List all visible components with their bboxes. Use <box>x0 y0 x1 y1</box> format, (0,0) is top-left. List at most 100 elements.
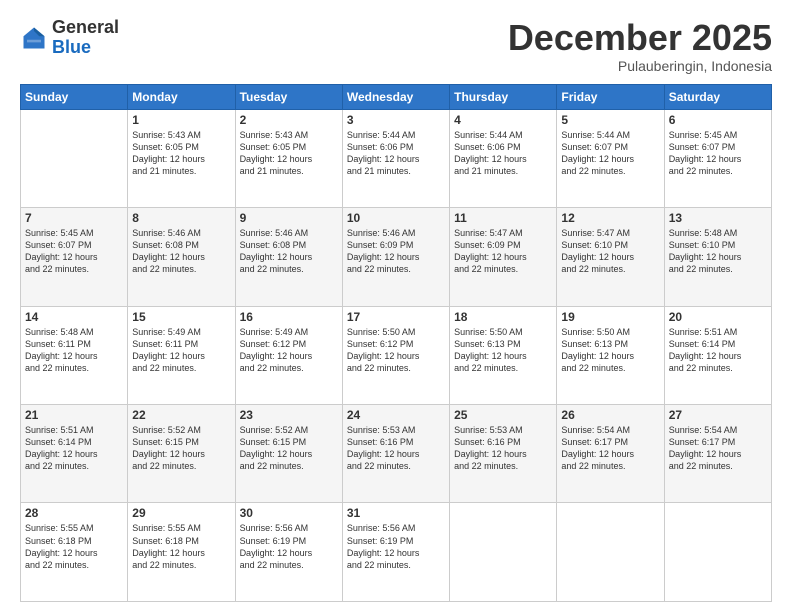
table-cell <box>664 503 771 602</box>
day-number: 20 <box>669 310 767 324</box>
day-number: 19 <box>561 310 659 324</box>
table-cell: 14 Sunrise: 5:48 AM Sunset: 6:11 PM Dayli… <box>21 306 128 404</box>
day-info: Sunrise: 5:46 AM Sunset: 6:08 PM Dayligh… <box>240 227 338 276</box>
day-number: 3 <box>347 113 445 127</box>
day-number: 29 <box>132 506 230 520</box>
col-tuesday: Tuesday <box>235 84 342 109</box>
table-cell: 31 Sunrise: 5:56 AM Sunset: 6:19 PM Dayli… <box>342 503 449 602</box>
table-cell: 4 Sunrise: 5:44 AM Sunset: 6:06 PM Daylig… <box>450 109 557 207</box>
day-info: Sunrise: 5:50 AM Sunset: 6:12 PM Dayligh… <box>347 326 445 375</box>
calendar-week-row: 21 Sunrise: 5:51 AM Sunset: 6:14 PM Dayli… <box>21 405 772 503</box>
day-info: Sunrise: 5:44 AM Sunset: 6:06 PM Dayligh… <box>347 129 445 178</box>
day-number: 12 <box>561 211 659 225</box>
logo-text: General Blue <box>52 18 119 58</box>
day-number: 13 <box>669 211 767 225</box>
table-cell: 16 Sunrise: 5:49 AM Sunset: 6:12 PM Dayli… <box>235 306 342 404</box>
day-number: 25 <box>454 408 552 422</box>
logo-general: General <box>52 17 119 37</box>
day-number: 15 <box>132 310 230 324</box>
day-info: Sunrise: 5:52 AM Sunset: 6:15 PM Dayligh… <box>132 424 230 473</box>
location: Pulauberingin, Indonesia <box>508 58 772 74</box>
table-cell <box>450 503 557 602</box>
table-cell: 18 Sunrise: 5:50 AM Sunset: 6:13 PM Dayli… <box>450 306 557 404</box>
day-info: Sunrise: 5:43 AM Sunset: 6:05 PM Dayligh… <box>240 129 338 178</box>
day-info: Sunrise: 5:53 AM Sunset: 6:16 PM Dayligh… <box>347 424 445 473</box>
table-cell: 13 Sunrise: 5:48 AM Sunset: 6:10 PM Dayli… <box>664 208 771 306</box>
col-saturday: Saturday <box>664 84 771 109</box>
calendar-week-row: 14 Sunrise: 5:48 AM Sunset: 6:11 PM Dayli… <box>21 306 772 404</box>
col-monday: Monday <box>128 84 235 109</box>
day-info: Sunrise: 5:54 AM Sunset: 6:17 PM Dayligh… <box>669 424 767 473</box>
col-sunday: Sunday <box>21 84 128 109</box>
day-info: Sunrise: 5:51 AM Sunset: 6:14 PM Dayligh… <box>669 326 767 375</box>
page: General Blue December 2025 Pulauberingin… <box>0 0 792 612</box>
day-info: Sunrise: 5:50 AM Sunset: 6:13 PM Dayligh… <box>561 326 659 375</box>
day-info: Sunrise: 5:56 AM Sunset: 6:19 PM Dayligh… <box>240 522 338 571</box>
day-info: Sunrise: 5:50 AM Sunset: 6:13 PM Dayligh… <box>454 326 552 375</box>
day-info: Sunrise: 5:43 AM Sunset: 6:05 PM Dayligh… <box>132 129 230 178</box>
day-info: Sunrise: 5:47 AM Sunset: 6:10 PM Dayligh… <box>561 227 659 276</box>
day-info: Sunrise: 5:47 AM Sunset: 6:09 PM Dayligh… <box>454 227 552 276</box>
day-number: 10 <box>347 211 445 225</box>
col-thursday: Thursday <box>450 84 557 109</box>
table-cell <box>21 109 128 207</box>
day-number: 4 <box>454 113 552 127</box>
logo: General Blue <box>20 18 119 58</box>
day-info: Sunrise: 5:48 AM Sunset: 6:10 PM Dayligh… <box>669 227 767 276</box>
day-number: 30 <box>240 506 338 520</box>
table-cell <box>557 503 664 602</box>
calendar-header-row: Sunday Monday Tuesday Wednesday Thursday… <box>21 84 772 109</box>
day-number: 6 <box>669 113 767 127</box>
table-cell: 5 Sunrise: 5:44 AM Sunset: 6:07 PM Daylig… <box>557 109 664 207</box>
day-number: 14 <box>25 310 123 324</box>
table-cell: 23 Sunrise: 5:52 AM Sunset: 6:15 PM Dayli… <box>235 405 342 503</box>
day-number: 5 <box>561 113 659 127</box>
table-cell: 2Sunrise: 5:43 AM Sunset: 6:05 PM Daylig… <box>235 109 342 207</box>
table-cell: 30 Sunrise: 5:56 AM Sunset: 6:19 PM Dayli… <box>235 503 342 602</box>
table-cell: 27 Sunrise: 5:54 AM Sunset: 6:17 PM Dayli… <box>664 405 771 503</box>
day-number: 31 <box>347 506 445 520</box>
day-info: Sunrise: 5:52 AM Sunset: 6:15 PM Dayligh… <box>240 424 338 473</box>
table-cell: 11 Sunrise: 5:47 AM Sunset: 6:09 PM Dayli… <box>450 208 557 306</box>
table-cell: 25Sunrise: 5:53 AM Sunset: 6:16 PM Dayli… <box>450 405 557 503</box>
day-info: Sunrise: 5:49 AM Sunset: 6:11 PM Dayligh… <box>132 326 230 375</box>
day-number: 21 <box>25 408 123 422</box>
day-number: 1 <box>132 113 230 127</box>
day-number: 22 <box>132 408 230 422</box>
day-number: 9 <box>240 211 338 225</box>
title-block: December 2025 Pulauberingin, Indonesia <box>508 18 772 74</box>
table-cell: 15 Sunrise: 5:49 AM Sunset: 6:11 PM Dayli… <box>128 306 235 404</box>
table-cell: 24 Sunrise: 5:53 AM Sunset: 6:16 PM Dayli… <box>342 405 449 503</box>
day-info: Sunrise: 5:55 AM Sunset: 6:18 PM Dayligh… <box>25 522 123 571</box>
table-cell: 28 Sunrise: 5:55 AM Sunset: 6:18 PM Dayli… <box>21 503 128 602</box>
calendar-week-row: 1 Sunrise: 5:43 AM Sunset: 6:05 PM Daylig… <box>21 109 772 207</box>
day-number: 11 <box>454 211 552 225</box>
day-number: 18 <box>454 310 552 324</box>
day-info: Sunrise: 5:46 AM Sunset: 6:08 PM Dayligh… <box>132 227 230 276</box>
day-info: Sunrise: 5:44 AM Sunset: 6:06 PM Dayligh… <box>454 129 552 178</box>
logo-blue: Blue <box>52 37 91 57</box>
table-cell: 21 Sunrise: 5:51 AM Sunset: 6:14 PM Dayli… <box>21 405 128 503</box>
day-info: Sunrise: 5:48 AM Sunset: 6:11 PM Dayligh… <box>25 326 123 375</box>
day-info: Sunrise: 5:49 AM Sunset: 6:12 PM Dayligh… <box>240 326 338 375</box>
table-cell: 8Sunrise: 5:46 AM Sunset: 6:08 PM Daylig… <box>128 208 235 306</box>
day-number: 24 <box>347 408 445 422</box>
day-info: Sunrise: 5:51 AM Sunset: 6:14 PM Dayligh… <box>25 424 123 473</box>
day-info: Sunrise: 5:56 AM Sunset: 6:19 PM Dayligh… <box>347 522 445 571</box>
day-info: Sunrise: 5:44 AM Sunset: 6:07 PM Dayligh… <box>561 129 659 178</box>
table-cell: 3 Sunrise: 5:44 AM Sunset: 6:06 PM Daylig… <box>342 109 449 207</box>
day-number: 28 <box>25 506 123 520</box>
day-number: 16 <box>240 310 338 324</box>
table-cell: 20 Sunrise: 5:51 AM Sunset: 6:14 PM Dayli… <box>664 306 771 404</box>
day-info: Sunrise: 5:45 AM Sunset: 6:07 PM Dayligh… <box>25 227 123 276</box>
day-number: 26 <box>561 408 659 422</box>
day-info: Sunrise: 5:55 AM Sunset: 6:18 PM Dayligh… <box>132 522 230 571</box>
table-cell: 19 Sunrise: 5:50 AM Sunset: 6:13 PM Dayli… <box>557 306 664 404</box>
table-cell: 9 Sunrise: 5:46 AM Sunset: 6:08 PM Daylig… <box>235 208 342 306</box>
day-info: Sunrise: 5:46 AM Sunset: 6:09 PM Dayligh… <box>347 227 445 276</box>
header: General Blue December 2025 Pulauberingin… <box>20 18 772 74</box>
table-cell: 10 Sunrise: 5:46 AM Sunset: 6:09 PM Dayli… <box>342 208 449 306</box>
day-number: 27 <box>669 408 767 422</box>
table-cell: 29 Sunrise: 5:55 AM Sunset: 6:18 PM Dayli… <box>128 503 235 602</box>
day-number: 23 <box>240 408 338 422</box>
